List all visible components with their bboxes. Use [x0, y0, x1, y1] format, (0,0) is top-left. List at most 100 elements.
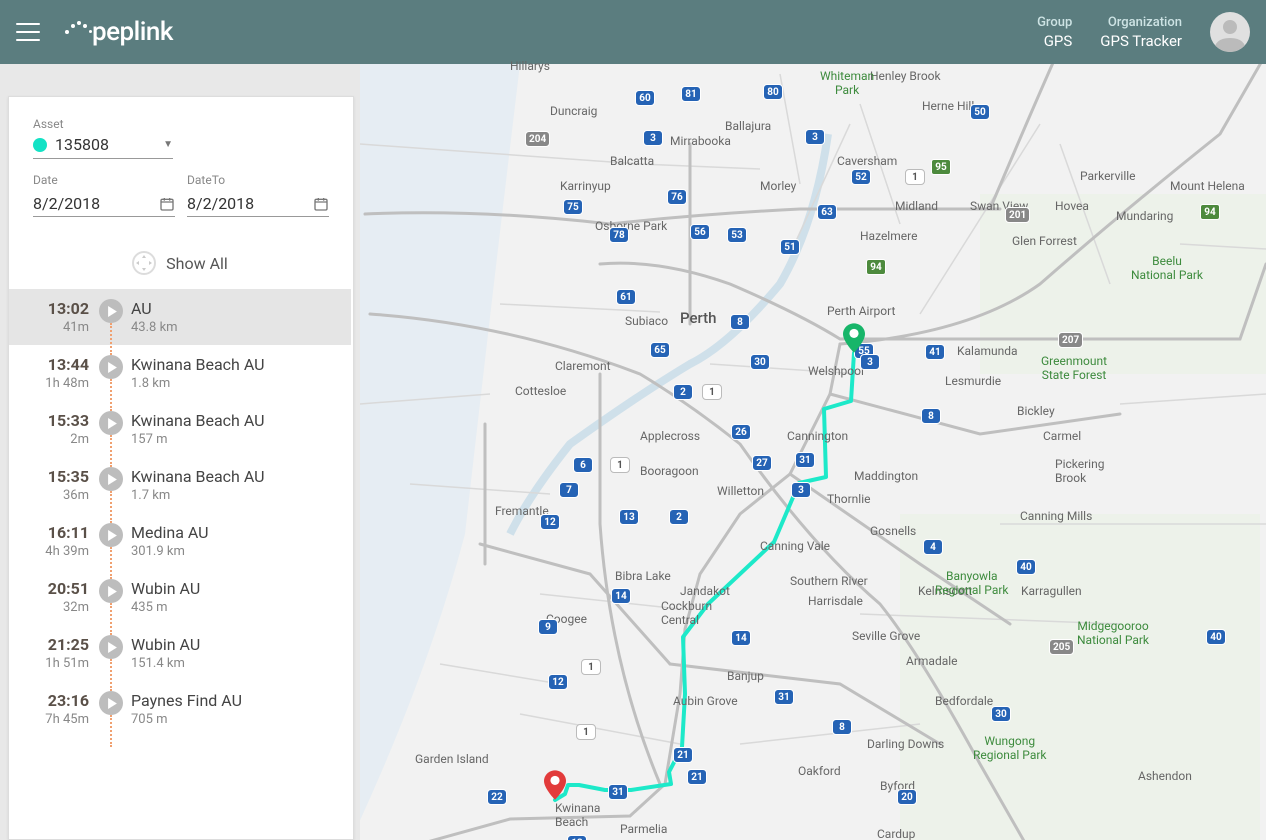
route-shield: 3: [791, 482, 811, 498]
asset-select[interactable]: 135808 ▼: [33, 135, 173, 159]
brand-logo: peplink: [64, 17, 173, 47]
calendar-icon: [313, 196, 329, 212]
route-shield: 78: [609, 227, 629, 243]
route-shield: 201: [1005, 207, 1030, 223]
timeline-duration: 36m: [21, 488, 89, 503]
timeline-duration: 7h 45m: [21, 712, 89, 727]
route-shield: 14: [731, 630, 751, 646]
app-header: peplink Group GPS Organization GPS Track…: [0, 0, 1266, 64]
route-shield: 1: [576, 724, 596, 740]
route-shield: 7: [559, 482, 579, 498]
timeline-duration: 4h 39m: [21, 544, 89, 559]
timeline-item[interactable]: 16:11 4h 39m Medina AU 301.9 km: [9, 513, 351, 569]
route-shield: 21: [673, 747, 693, 763]
route-shield: 95: [931, 159, 951, 175]
route-shield: 26: [731, 424, 751, 440]
date-from-value: 8/2/2018: [33, 194, 159, 213]
route-shield: 31: [774, 689, 794, 705]
timeline-distance: 1.8 km: [131, 376, 339, 391]
route-shield: 6: [573, 457, 593, 473]
menu-button[interactable]: [16, 20, 40, 44]
route-shield: 50: [970, 104, 990, 120]
timeline-time: 23:16: [21, 691, 89, 710]
header-org-selector[interactable]: Organization GPS Tracker: [1100, 15, 1182, 50]
show-all-label: Show All: [166, 254, 228, 273]
play-icon[interactable]: [99, 523, 123, 547]
route-shield: 65: [650, 342, 670, 358]
play-icon[interactable]: [99, 467, 123, 491]
route-shield: 3: [860, 354, 880, 370]
timeline-item[interactable]: 23:16 7h 45m Paynes Find AU 705 m: [9, 681, 351, 737]
route-shield: 14: [611, 588, 631, 604]
timeline-distance: 435 m: [131, 600, 339, 615]
route-shield: 81: [681, 86, 701, 102]
route-shield: 40: [1206, 629, 1226, 645]
timeline-distance: 151.4 km: [131, 656, 339, 671]
route-shield: 63: [817, 204, 837, 220]
route-shield: 61: [616, 289, 636, 305]
brand-name: peplink: [92, 17, 173, 47]
date-to-input[interactable]: 8/2/2018: [187, 191, 329, 217]
route-start-marker[interactable]: [843, 323, 865, 353]
timeline-time: 21:25: [21, 635, 89, 654]
timeline-time: 15:35: [21, 467, 89, 486]
route-shield: 52: [851, 169, 871, 185]
route-end-marker[interactable]: [544, 770, 566, 800]
date-from-input[interactable]: 8/2/2018: [33, 191, 175, 217]
timeline-location: Kwinana Beach AU: [131, 411, 339, 430]
route-shield: 3: [805, 129, 825, 145]
timeline-item[interactable]: 20:51 32m Wubin AU 435 m: [9, 569, 351, 625]
route-shield: 1: [702, 384, 722, 400]
timeline-item[interactable]: 15:33 2m Kwinana Beach AU 157 m: [9, 401, 351, 457]
user-avatar[interactable]: [1210, 12, 1250, 52]
route-shield: 204: [525, 131, 550, 147]
timeline-item[interactable]: 15:35 36m Kwinana Beach AU 1.7 km: [9, 457, 351, 513]
route-shield: 27: [752, 455, 772, 471]
timeline-scroll[interactable]: Show All 13:02 41m AU 43.8 km 13:44 1h 4…: [9, 237, 353, 839]
route-shield: 60: [635, 90, 655, 106]
play-icon[interactable]: [99, 691, 123, 715]
expand-icon: [132, 251, 156, 275]
timeline-location: Wubin AU: [131, 579, 339, 598]
play-icon[interactable]: [99, 411, 123, 435]
history-sidebar: Asset 135808 ▼ Date 8/2/2018 DateTo 8: [8, 96, 354, 840]
route-shield: 56: [690, 224, 710, 240]
timeline-item[interactable]: 13:02 41m AU 43.8 km: [9, 289, 351, 345]
timeline-time: 13:44: [21, 355, 89, 374]
timeline-location: Medina AU: [131, 523, 339, 542]
route-shield: 40: [1016, 559, 1036, 575]
timeline-item[interactable]: 21:25 1h 51m Wubin AU 151.4 km: [9, 625, 351, 681]
header-group-selector[interactable]: Group GPS: [1037, 15, 1072, 50]
route-shield: 205: [1049, 639, 1074, 655]
play-icon[interactable]: [99, 299, 123, 323]
route-shield: 4: [923, 539, 943, 555]
timeline-duration: 41m: [21, 320, 89, 335]
map-canvas[interactable]: PerthHillarysDuncraigKarrinyupBalcattaMi…: [360, 64, 1266, 840]
route-shield: 31: [608, 784, 628, 800]
route-shield: 41: [925, 344, 945, 360]
show-all-button[interactable]: Show All: [9, 237, 351, 289]
timeline-item[interactable]: 13:44 1h 48m Kwinana Beach AU 1.8 km: [9, 345, 351, 401]
route-shield: 76: [667, 189, 687, 205]
asset-color-dot: [33, 138, 47, 152]
route-shield: 30: [991, 706, 1011, 722]
asset-label: Asset: [33, 117, 329, 131]
route-shield: 2: [669, 509, 689, 525]
route-shield: 75: [563, 199, 583, 215]
timeline-distance: 1.7 km: [131, 488, 339, 503]
date-label: Date: [33, 173, 175, 187]
timeline-duration: 2m: [21, 432, 89, 447]
timeline-time: 16:11: [21, 523, 89, 542]
route-shield: 53: [727, 227, 747, 243]
play-icon[interactable]: [99, 635, 123, 659]
route-shield: 31: [795, 452, 815, 468]
route-shield: 22: [487, 789, 507, 805]
play-icon[interactable]: [99, 355, 123, 379]
route-shield: 21: [687, 769, 707, 785]
play-icon[interactable]: [99, 579, 123, 603]
timeline-duration: 1h 51m: [21, 656, 89, 671]
org-label: Organization: [1100, 15, 1182, 30]
route-shield: 94: [866, 259, 886, 275]
dateto-label: DateTo: [187, 173, 329, 187]
route-shield: 12: [540, 514, 560, 530]
